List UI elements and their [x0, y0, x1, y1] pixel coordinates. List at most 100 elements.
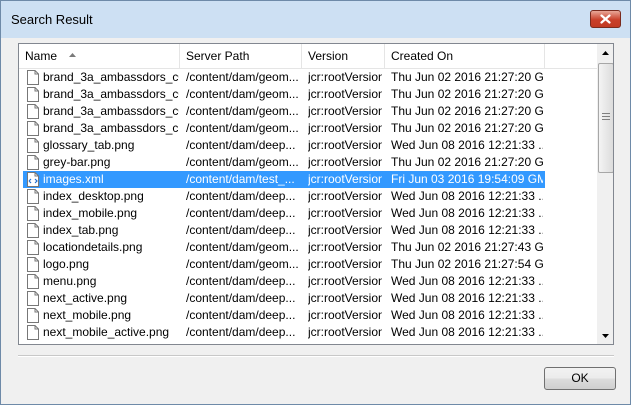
cell-path: /content/dam/deep... — [186, 274, 296, 288]
cell-name: glossary_tab.png — [43, 138, 135, 152]
table-row[interactable]: locationdetails.png/content/dam/geom... j… — [19, 239, 597, 256]
column-header-created-on[interactable]: Created On — [385, 44, 545, 68]
file-icon — [27, 206, 39, 221]
cell-version: jcr:rootVersion — [308, 155, 382, 169]
grip-line — [602, 119, 610, 120]
cell-path: /content/dam/deep... — [186, 291, 296, 305]
cell-path: /content/dam/geom... — [186, 121, 298, 135]
cell-created: Wed Jun 08 2016 12:21:33 ... — [391, 138, 543, 152]
table-row[interactable]: index_tab.png/content/dam/deep... jcr:roo… — [19, 222, 597, 239]
cell-path: /content/dam/geom... — [186, 70, 298, 84]
table-row[interactable]: index_mobile.png/content/dam/deep... jcr:… — [19, 205, 597, 222]
cell-path: /content/dam/deep... — [186, 325, 296, 339]
scroll-up-button[interactable] — [597, 44, 613, 61]
column-header-name[interactable]: Name — [19, 44, 180, 68]
cell-created: Wed Jun 08 2016 12:21:33 ... — [391, 325, 543, 339]
cell-name: index_desktop.png — [43, 189, 144, 203]
cell-created: Wed Jun 08 2016 12:21:33 ... — [391, 189, 543, 203]
file-icon — [27, 223, 39, 238]
results-list[interactable]: Name Server Path Version Created On bran… — [18, 43, 614, 345]
file-icon — [27, 70, 39, 85]
cell-created: Thu Jun 02 2016 21:27:20 G... — [391, 70, 543, 84]
close-icon — [600, 14, 611, 24]
column-header: Name Server Path Version Created On — [19, 44, 597, 69]
cell-path: /content/dam/deep... — [186, 223, 296, 237]
column-header-version[interactable]: Version — [302, 44, 385, 68]
window-title: Search Result — [11, 12, 93, 27]
cell-version: jcr:rootVersion — [308, 274, 382, 288]
file-icon — [27, 308, 39, 323]
table-row[interactable]: glossary_tab.png/content/dam/deep... jcr:… — [19, 137, 597, 154]
file-icon — [27, 121, 39, 136]
column-header-label: Server Path — [186, 49, 250, 63]
file-icon — [27, 155, 39, 170]
sort-ascending-icon — [69, 53, 76, 57]
cell-created: Wed Jun 08 2016 12:21:33 ... — [391, 291, 543, 305]
table-row[interactable]: index_desktop.png/content/dam/deep... jcr… — [19, 188, 597, 205]
scroll-thumb[interactable] — [598, 63, 613, 173]
file-icon — [27, 104, 39, 119]
column-header-label: Version — [308, 49, 349, 63]
file-icon — [27, 240, 39, 255]
cell-name: locationdetails.png — [43, 240, 143, 254]
table-row[interactable]: images.xml/content/dam/test_... jcr:rootV… — [19, 171, 597, 188]
cell-name: grey-bar.png — [43, 155, 111, 169]
file-icon — [27, 87, 39, 102]
arrow-down-icon — [602, 333, 609, 338]
cell-version: jcr:rootVersion — [308, 325, 382, 339]
cell-path: /content/dam/deep... — [186, 308, 296, 322]
cell-name: brand_3a_ambassdors_c0... — [43, 104, 179, 118]
cell-name: logo.png — [43, 257, 90, 271]
file-icon — [27, 138, 39, 153]
table-row[interactable]: menu.png/content/dam/deep... jcr:rootVers… — [19, 273, 597, 290]
cell-path: /content/dam/deep... — [186, 189, 296, 203]
cell-version: jcr:rootVersion — [308, 206, 382, 220]
table-row[interactable]: next_mobile.png/content/dam/deep... jcr:r… — [19, 307, 597, 324]
cell-version: jcr:rootVersion — [308, 223, 382, 237]
xml-file-icon — [27, 172, 39, 187]
cell-path: /content/dam/geom... — [186, 240, 298, 254]
cell-created: Thu Jun 02 2016 21:27:20 G... — [391, 104, 543, 118]
column-header-server-path[interactable]: Server Path — [180, 44, 302, 68]
cell-created: Thu Jun 02 2016 21:27:20 G... — [391, 121, 543, 135]
cell-created: Wed Jun 08 2016 12:21:33 ... — [391, 274, 543, 288]
arrow-up-icon — [602, 50, 609, 55]
table-row[interactable]: brand_3a_ambassdors_c0... /content/dam/ge… — [19, 103, 597, 120]
cell-path: /content/dam/test_... — [186, 172, 295, 186]
cell-version: jcr:rootVersion — [308, 172, 382, 186]
cell-version: jcr:rootVersion — [308, 308, 382, 322]
cell-name: brand_3a_ambassdors_c1... — [43, 121, 179, 135]
file-icon — [27, 325, 39, 340]
cell-version: jcr:rootVersion — [308, 87, 382, 101]
table-row[interactable]: brand_3a_ambassdors_c0... /content/dam/ge… — [19, 69, 597, 86]
file-icon — [27, 274, 39, 289]
cell-version: jcr:rootVersion — [308, 138, 382, 152]
cell-created: Thu Jun 02 2016 21:27:20 G... — [391, 87, 543, 101]
cell-version: jcr:rootVersion — [308, 291, 382, 305]
cell-name: next_active.png — [43, 291, 128, 305]
cell-created: Wed Jun 08 2016 12:21:33 ... — [391, 308, 543, 322]
table-row[interactable]: next_mobile_active.png/content/dam/deep.… — [19, 324, 597, 341]
table-row[interactable]: grey-bar.png/content/dam/geom... jcr:root… — [19, 154, 597, 171]
table-row[interactable]: brand_3a_ambassdors_c0... /content/dam/ge… — [19, 86, 597, 103]
cell-version: jcr:rootVersion — [308, 257, 382, 271]
cell-path: /content/dam/deep... — [186, 206, 296, 220]
ok-button[interactable]: OK — [544, 367, 616, 390]
file-icon — [27, 291, 39, 306]
table-row[interactable]: logo.png/content/dam/geom... jcr:rootVers… — [19, 256, 597, 273]
cell-name: next_mobile.png — [43, 308, 132, 322]
table-row[interactable]: next_active.png/content/dam/deep... jcr:r… — [19, 290, 597, 307]
cell-name: images.xml — [43, 172, 104, 186]
grip-line — [602, 113, 610, 114]
scroll-down-button[interactable] — [597, 327, 613, 344]
cell-name: brand_3a_ambassdors_c0... — [43, 70, 179, 84]
vertical-scrollbar[interactable] — [597, 44, 613, 344]
search-result-dialog: Search Result Name Server Path Version C… — [0, 0, 631, 405]
table-row[interactable]: brand_3a_ambassdors_c1... /content/dam/ge… — [19, 120, 597, 137]
separator-line — [18, 355, 614, 357]
title-bar[interactable]: Search Result — [1, 1, 630, 38]
close-button[interactable] — [590, 10, 621, 28]
cell-version: jcr:rootVersion — [308, 121, 382, 135]
cell-version: jcr:rootVersion — [308, 189, 382, 203]
cell-created: Thu Jun 02 2016 21:27:43 G... — [391, 240, 543, 254]
